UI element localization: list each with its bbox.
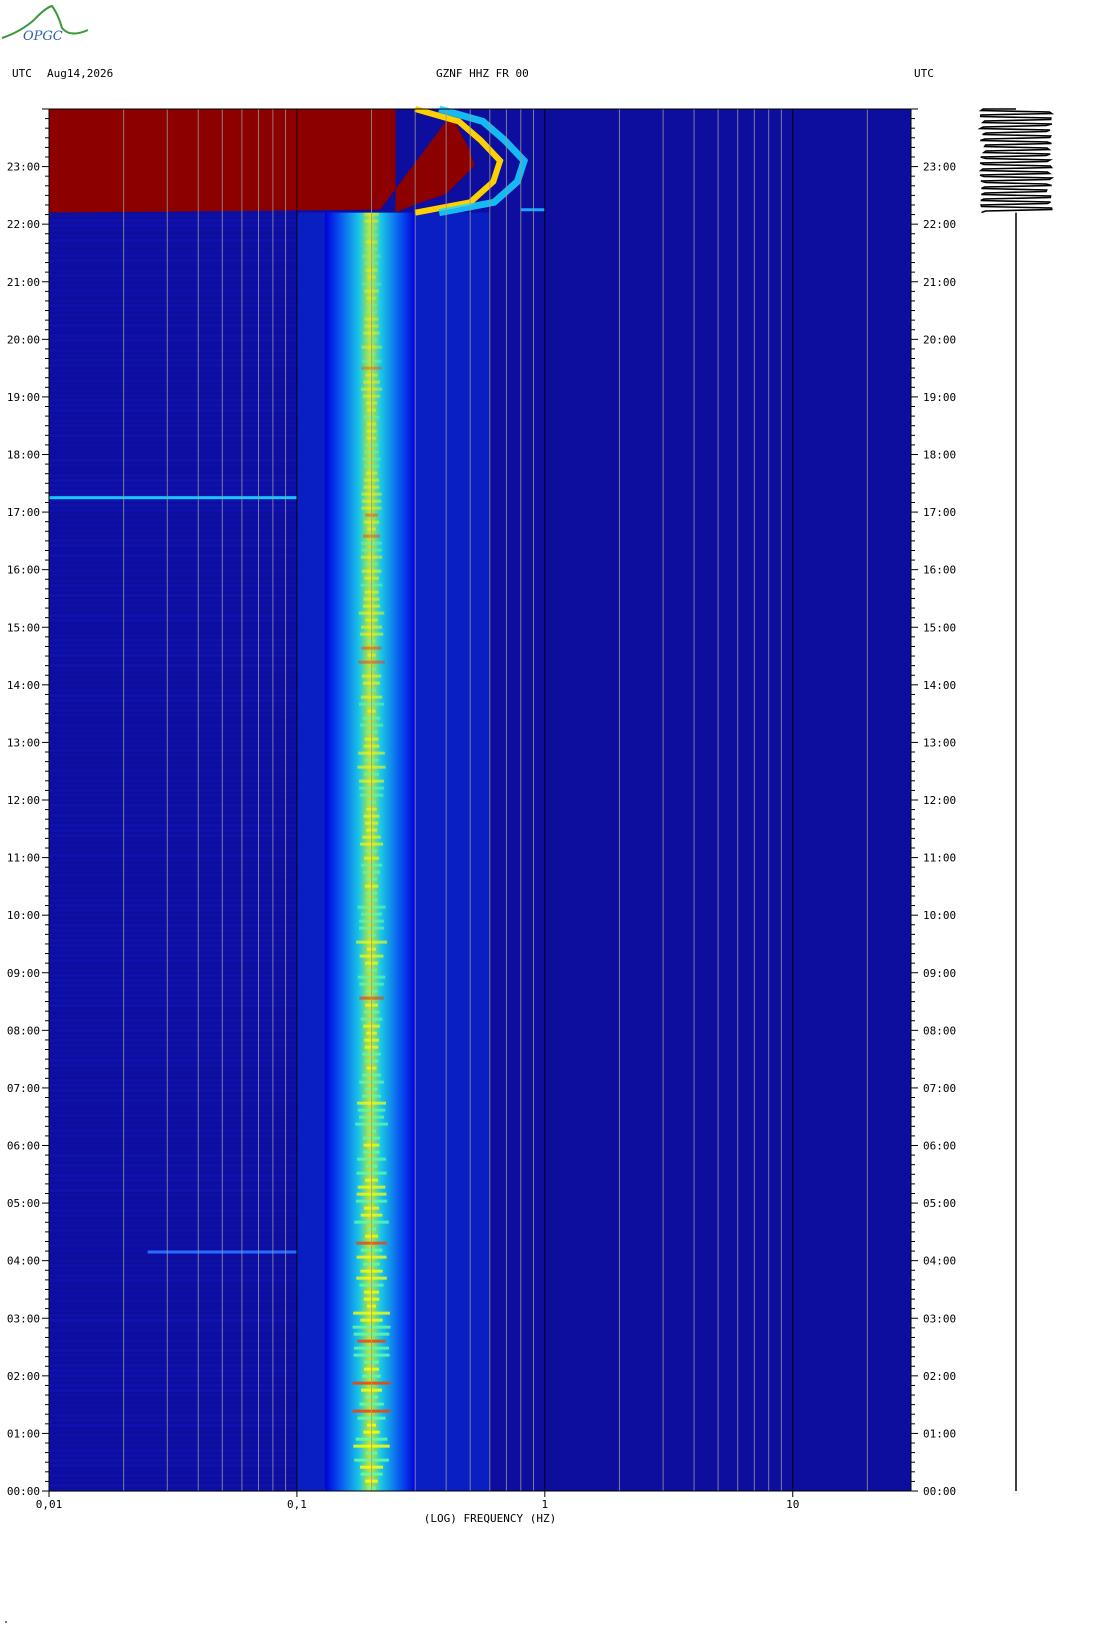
seismogram-trace: [977, 108, 1055, 1491]
seismogram-event-burst: [977, 108, 1055, 214]
corner-mark: ": [4, 1620, 9, 1628]
